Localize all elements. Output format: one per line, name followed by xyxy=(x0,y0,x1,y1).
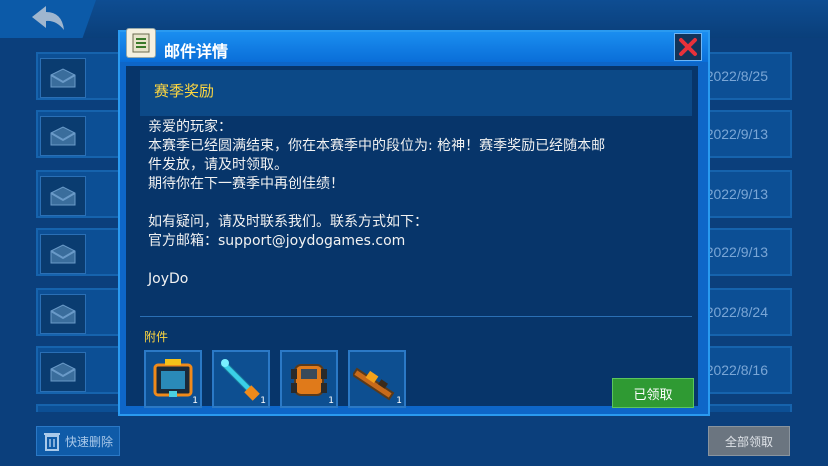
armor-chest-icon xyxy=(153,359,193,397)
envelope-icon xyxy=(40,234,86,274)
attachment-slot[interactable]: 1 xyxy=(144,350,202,408)
back-arrow-icon xyxy=(32,6,64,30)
attachments-label: 附件 xyxy=(144,330,169,344)
attachment-qty: 1 xyxy=(328,396,334,406)
dialog-body: 赛季奖励 亲爱的玩家： 本赛季已经圆满结束，你在本赛季中的段位为: 枪神！赛季奖… xyxy=(126,66,698,408)
envelope-icon xyxy=(40,176,86,216)
chainsaw-sword-icon xyxy=(220,359,260,401)
envelope-icon xyxy=(40,58,86,98)
mail-document-icon xyxy=(126,28,156,58)
claimed-label: 已领取 xyxy=(633,387,673,403)
envelope-icon xyxy=(40,294,86,334)
quick-delete-label: 快速删除 xyxy=(65,434,114,449)
mail-body-line[interactable]: 官方邮箱：support@joydogames.com xyxy=(148,232,688,251)
mail-date: 2022/9/13 xyxy=(705,126,768,142)
claim-all-button[interactable]: 全部领取 xyxy=(708,426,790,456)
attachment-qty: 1 xyxy=(192,396,198,406)
mail-subject: 赛季奖励 xyxy=(154,82,215,100)
claim-all-label: 全部领取 xyxy=(724,434,773,449)
back-button[interactable] xyxy=(0,0,96,38)
mail-body-line: 如有疑问，请及时联系我们。联系方式如下： xyxy=(148,214,428,230)
dialog-titlebar: 邮件详情 xyxy=(120,28,708,62)
close-icon xyxy=(679,38,697,56)
attachment-qty: 1 xyxy=(396,396,402,406)
mail-body-line: 件发放，请及时领取。 xyxy=(148,157,288,173)
envelope-icon xyxy=(40,116,86,156)
mail-date: 2022/8/16 xyxy=(705,362,768,378)
divider xyxy=(140,316,692,317)
mail-date: 2022/9/13 xyxy=(705,186,768,202)
envelope-icon xyxy=(40,352,86,392)
mail-date: 2022/9/13 xyxy=(705,244,768,260)
mail-body-line: 本赛季已经圆满结束，你在本赛季中的段位为: 枪神！赛季奖励已经随本邮 xyxy=(148,138,606,154)
mail-signature: JoyDo xyxy=(148,271,189,287)
mail-detail-dialog: 邮件详情 赛季奖励 亲爱的玩家： 本赛季已经圆满结束，你在本赛季中的段位为: 枪… xyxy=(118,28,710,416)
dialog-title: 邮件详情 xyxy=(164,42,229,61)
mail-date: 2022/8/25 xyxy=(705,68,768,84)
close-button[interactable] xyxy=(674,33,702,61)
attachment-qty: 1 xyxy=(260,396,266,406)
rocket-launcher-icon xyxy=(353,367,395,401)
mail-body: 亲爱的玩家： 本赛季已经圆满结束，你在本赛季中的段位为: 枪神！赛季奖励已经随本… xyxy=(148,118,688,289)
mail-date: 2022/8/24 xyxy=(705,304,768,320)
trash-icon xyxy=(44,433,60,451)
mail-body-line: 亲爱的玩家： xyxy=(148,119,232,135)
subject-bar: 赛季奖励 xyxy=(140,70,692,116)
attachment-slot[interactable]: 1 xyxy=(280,350,338,408)
attachment-slot[interactable]: 1 xyxy=(348,350,406,408)
combat-vehicle-icon xyxy=(291,364,327,396)
claimed-button[interactable]: 已领取 xyxy=(612,378,694,408)
mail-body-line: 期待你在下一赛季中再创佳绩！ xyxy=(148,176,344,192)
quick-delete-button[interactable]: 快速删除 xyxy=(36,426,120,456)
attachment-slot[interactable]: 1 xyxy=(212,350,270,408)
